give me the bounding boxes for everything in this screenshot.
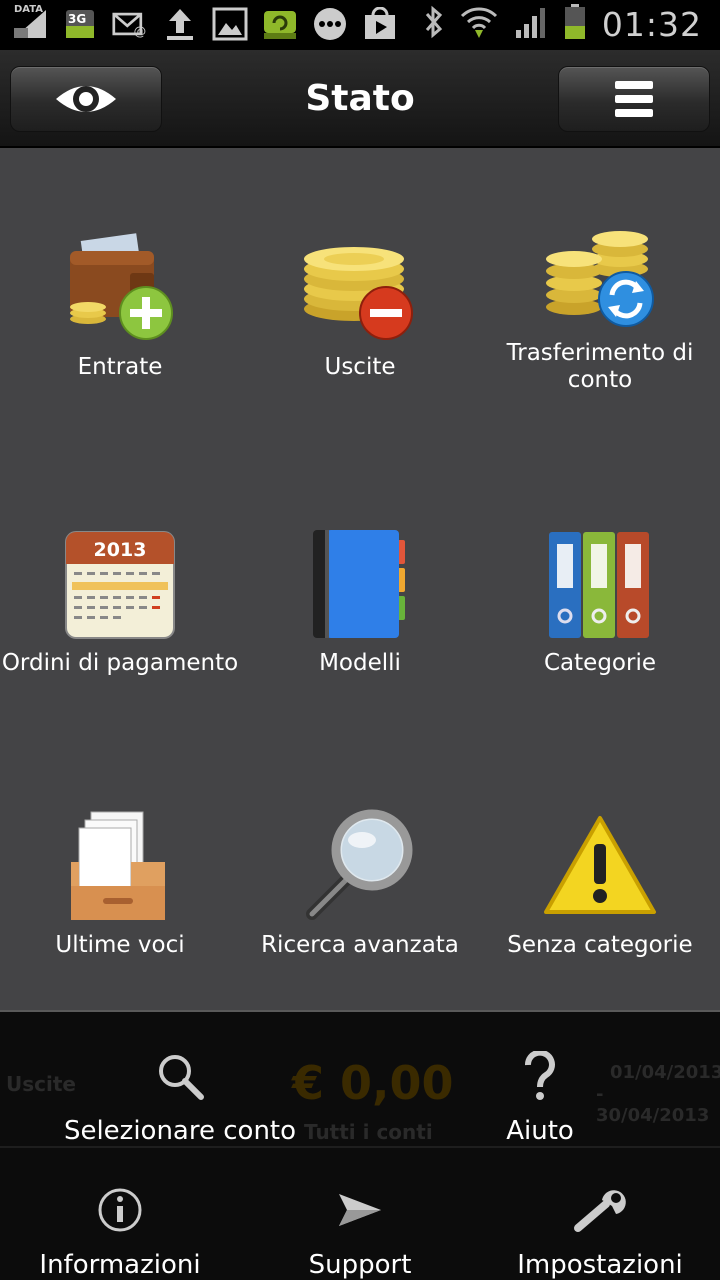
inbox-tray-icon xyxy=(60,806,180,926)
svg-text:2013: 2013 xyxy=(94,539,147,561)
upload-icon xyxy=(162,6,198,42)
coins-remove-icon xyxy=(300,228,420,348)
tile-senza-categorie[interactable]: Senza categorie xyxy=(480,806,720,959)
menu-item-info[interactable]: Informazioni xyxy=(0,1162,240,1280)
tile-label: Trasferimento di conto xyxy=(506,340,694,393)
tile-uscite[interactable]: Uscite xyxy=(240,228,480,381)
menu-item-help[interactable]: Aiuto xyxy=(360,1030,720,1146)
send-icon xyxy=(337,1180,383,1240)
menu-row-1: Selezionare conto Aiuto xyxy=(0,1030,720,1146)
sync-drive-icon xyxy=(262,6,298,42)
magnifier-icon xyxy=(300,806,420,926)
tile-categorie[interactable]: Categorie xyxy=(480,524,720,677)
action-bar: Stato xyxy=(0,50,720,148)
tile-label: Senza categorie xyxy=(507,932,693,958)
clock: 01:32 xyxy=(601,4,702,44)
menu-row-divider xyxy=(0,1146,720,1148)
menu-label: Selezionare conto xyxy=(63,1116,297,1146)
menu-item-select-account[interactable]: Selezionare conto xyxy=(0,1030,360,1146)
warning-icon xyxy=(540,806,660,926)
menu-item-support[interactable]: Support xyxy=(240,1162,480,1280)
image-icon xyxy=(212,6,248,42)
tile-label: Uscite xyxy=(324,354,396,380)
tile-entrate[interactable]: Entrate xyxy=(0,228,240,381)
svg-text:@: @ xyxy=(134,24,147,39)
tile-trasferimento[interactable]: Trasferimento di conto xyxy=(480,214,720,394)
dashboard-grid: Entrate Uscite Trasferimento di conto 20… xyxy=(0,148,720,1012)
menu-button[interactable] xyxy=(558,66,710,132)
search-icon xyxy=(155,1046,205,1106)
status-bar: DATA 3G @ 01:32 xyxy=(0,0,720,50)
coins-transfer-icon xyxy=(540,214,660,334)
play-store-icon xyxy=(362,6,398,42)
tile-modelli[interactable]: Modelli xyxy=(240,524,480,677)
network-3g-icon: 3G xyxy=(62,6,98,42)
menu-label: Aiuto xyxy=(506,1116,574,1146)
menu-item-settings[interactable]: Impostazioni xyxy=(480,1162,720,1280)
calendar-icon: 2013 xyxy=(60,524,180,644)
tile-label: Entrate xyxy=(77,354,163,380)
binders-icon xyxy=(540,524,660,644)
menu-label: Informazioni xyxy=(39,1250,201,1280)
battery-icon xyxy=(564,4,586,44)
wallet-add-icon xyxy=(60,228,180,348)
tile-label: Modelli xyxy=(319,650,401,676)
menu-icon xyxy=(615,81,653,117)
notebook-icon xyxy=(300,524,420,644)
more-icon xyxy=(312,6,348,42)
info-icon xyxy=(97,1180,143,1240)
tile-ultime-voci[interactable]: Ultime voci xyxy=(0,806,240,959)
cell-signal-icon xyxy=(514,6,548,42)
bluetooth-icon xyxy=(424,5,444,43)
tile-label: Categorie xyxy=(544,650,656,676)
wifi-icon xyxy=(460,4,498,44)
mail-icon: @ xyxy=(112,6,148,42)
help-icon xyxy=(520,1046,560,1106)
data-signal-icon: DATA xyxy=(12,4,48,42)
menu-label: Impostazioni xyxy=(517,1250,683,1280)
menu-row-2: Informazioni Support Impostazioni xyxy=(0,1162,720,1280)
tile-label: Ricerca avanzata xyxy=(261,932,459,958)
tile-label: Ordini di pagamento xyxy=(1,650,239,676)
wrench-icon xyxy=(572,1180,628,1240)
tile-ordini[interactable]: 2013 Ordini di pagamento xyxy=(0,524,240,677)
tile-ricerca-avanzata[interactable]: Ricerca avanzata xyxy=(240,806,480,959)
tile-label: Ultime voci xyxy=(55,932,185,958)
menu-label: Support xyxy=(308,1250,412,1280)
